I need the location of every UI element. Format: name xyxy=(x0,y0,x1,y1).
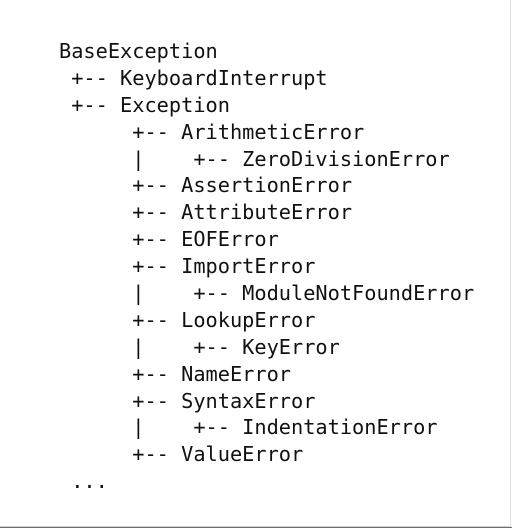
node-indentationerror: | +-- IndentationError xyxy=(59,415,438,440)
node-baseexception: BaseException xyxy=(59,39,218,63)
node-zerodivisionerror: | +-- ZeroDivisionError xyxy=(59,146,450,171)
node-syntaxerror: +-- SyntaxError xyxy=(59,388,316,413)
node-importerror: +-- ImportError xyxy=(59,254,316,279)
node-keyerror: | +-- KeyError xyxy=(59,334,340,359)
node-exception: +-- Exception xyxy=(59,92,230,117)
node-attributeerror: +-- AttributeError xyxy=(59,200,353,225)
node-assertionerror: +-- AssertionError xyxy=(59,173,353,198)
node-arithmeticerror: +-- ArithmeticError xyxy=(59,119,365,144)
node-modulenotfounderror: | +-- ModuleNotFoundError xyxy=(59,281,475,306)
exception-hierarchy-tree: BaseException +-- KeyboardInterrupt +-- … xyxy=(59,38,474,495)
node-lookuperror: +-- LookupError xyxy=(59,307,316,332)
ellipsis: ... xyxy=(59,469,108,494)
node-keyboardinterrupt: +-- KeyboardInterrupt xyxy=(59,65,328,90)
node-eoferror: +-- EOFError xyxy=(59,227,279,252)
node-valueerror: +-- ValueError xyxy=(59,442,304,467)
node-nameerror: +-- NameError xyxy=(59,361,291,386)
